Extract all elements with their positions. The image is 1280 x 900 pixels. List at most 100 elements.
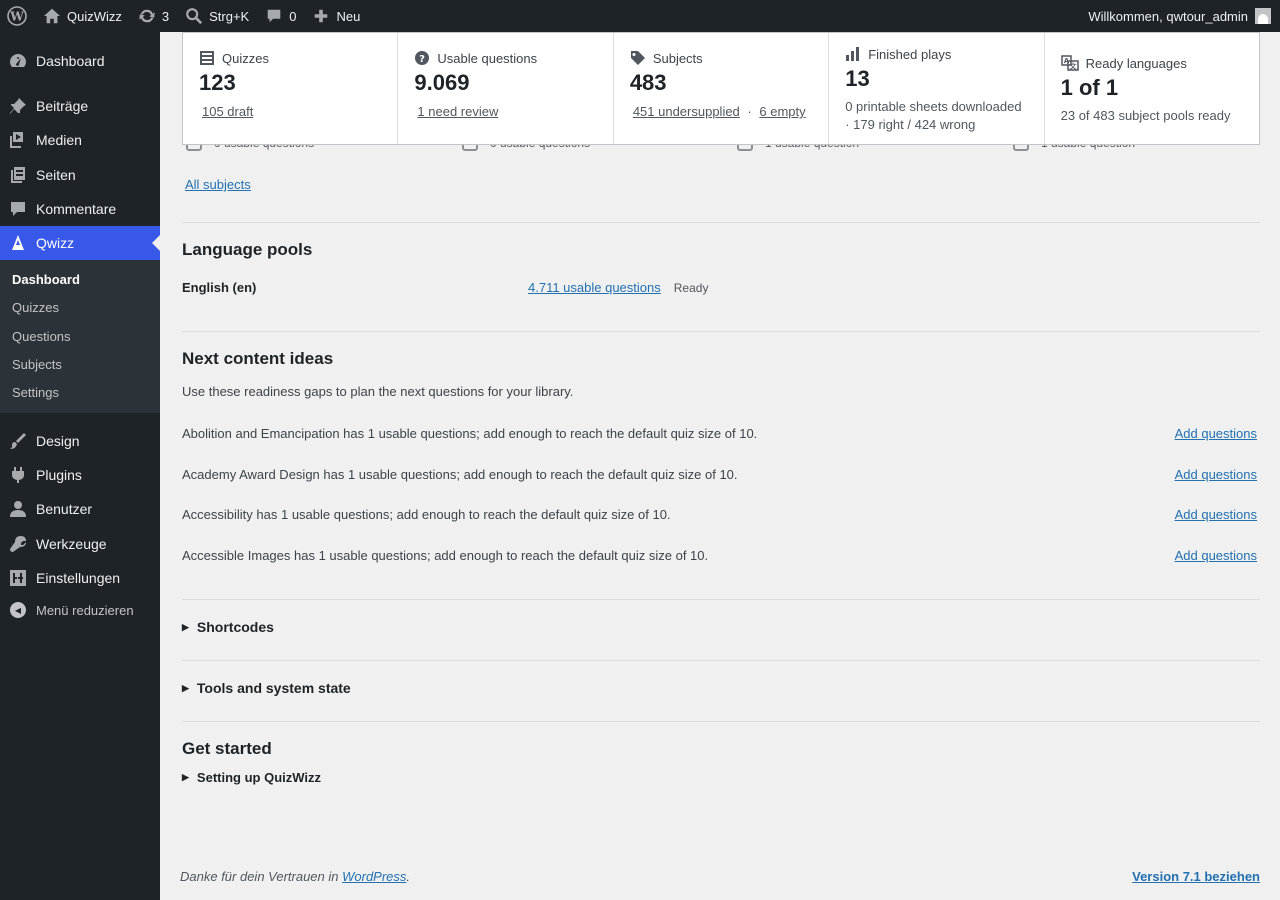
content-idea-row: Academy Award Design has 1 usable questi… [182, 467, 1260, 482]
submenu-item-questions[interactable]: Questions [12, 329, 71, 344]
collapse-menu-button[interactable]: ◀ Menü reduzieren [0, 598, 160, 622]
stat-finished-plays: Finished plays 13 0 printable sheets dow… [829, 33, 1045, 144]
sidebar-item-label: Medien [36, 132, 82, 148]
stats-bar: Quizzes 123 105 draft ? Usable questions … [182, 32, 1260, 145]
sidebar-item-label: Beiträge [36, 98, 89, 114]
tools-toggle[interactable]: ▶ Tools and system state [182, 680, 351, 696]
stat-note: 23 of 483 subject pools ready [1060, 108, 1231, 123]
drafts-link[interactable]: 105 draft [202, 104, 253, 119]
site-name: QuizWizz [67, 8, 122, 24]
sidebar-item-label: Qwizz [36, 235, 75, 251]
content-idea-text: Accessible Images has 1 usable questions… [182, 548, 709, 563]
comments-count: 0 [289, 8, 297, 24]
empty-link[interactable]: 6 empty [759, 104, 805, 119]
sidebar-item-plugins[interactable]: Plugins [0, 458, 160, 492]
sidebar-item-dashboard[interactable]: Dashboard [0, 44, 160, 78]
version-link[interactable]: Version 7.1 beziehen [1132, 869, 1260, 884]
content-idea-text: Abolition and Emancipation has 1 usable … [182, 426, 758, 441]
stat-value: 1 of 1 [1060, 75, 1119, 100]
tag-icon [630, 51, 645, 65]
help-icon: ? [415, 51, 430, 65]
submenu-item-subjects[interactable]: Subjects [12, 357, 62, 372]
sidebar-item-pages[interactable]: Seiten [0, 158, 160, 192]
sidebar-item-posts[interactable]: Beiträge [0, 89, 160, 123]
stat-label: Subjects [652, 50, 703, 66]
site-name-link[interactable]: QuizWizz [35, 0, 130, 32]
disclosure-triangle-icon: ▶ [182, 621, 189, 632]
wordpress-logo-icon[interactable]: W [0, 0, 35, 32]
submenu-item-settings[interactable]: Settings [12, 385, 59, 400]
add-questions-link[interactable]: Add questions [1175, 426, 1257, 441]
get-started-heading: Get started [182, 739, 272, 758]
sidebar-item-qwizz[interactable]: Qwizz [0, 226, 160, 260]
my-account[interactable]: Willkommen, qwtour_admin [1088, 8, 1280, 24]
stat-label: Ready languages [1085, 55, 1187, 71]
wordpress-link[interactable]: WordPress [342, 869, 406, 884]
avatar [1255, 8, 1271, 24]
stat-quizzes: Quizzes 123 105 draft [183, 33, 399, 144]
translation-icon: A文 [1060, 55, 1079, 71]
submenu-item-dashboard[interactable]: Dashboard [12, 272, 80, 287]
stat-value: 123 [199, 70, 236, 95]
language-name: English (en) [182, 280, 257, 295]
sidebar-item-label: Plugins [36, 467, 82, 483]
svg-text:?: ? [420, 54, 426, 65]
content-idea-text: Academy Award Design has 1 usable questi… [182, 467, 738, 482]
submenu-item-quizzes[interactable]: Quizzes [12, 300, 59, 315]
setup-label: Setting up QuizWizz [196, 770, 322, 785]
content-ideas-intro: Use these readiness gaps to plan the nex… [182, 384, 574, 399]
search-shortcut: Strg+K [209, 8, 250, 24]
need-review-link[interactable]: 1 need review [417, 104, 498, 119]
sidebar-item-comments[interactable]: Kommentare [0, 192, 160, 226]
footer-thanks: Danke für dein Vertrauen in WordPress. [180, 869, 411, 884]
new-label: Neu [336, 8, 361, 24]
sidebar-item-label: Kommentare [36, 201, 117, 217]
comments-link[interactable]: 0 [257, 0, 304, 32]
sidebar-item-tools[interactable]: Werkzeuge [0, 527, 160, 561]
all-subjects-link[interactable]: All subjects [185, 177, 251, 192]
separator: · [747, 104, 752, 119]
stat-value: 13 [845, 66, 870, 91]
setup-toggle[interactable]: ▶ Setting up QuizWizz [182, 770, 321, 785]
new-content-link[interactable]: Neu [304, 0, 368, 32]
add-questions-link[interactable]: Add questions [1175, 467, 1257, 482]
sidebar-item-media[interactable]: Medien [0, 123, 160, 157]
search-link[interactable]: Strg+K [177, 0, 257, 32]
updates-link[interactable]: 3 [130, 0, 177, 32]
pin-icon [10, 98, 26, 114]
undersupplied-link[interactable]: 451 undersupplied [633, 104, 740, 119]
stat-value: 9.069 [414, 70, 470, 95]
qwizz-icon [12, 235, 24, 250]
divider [182, 660, 1260, 661]
admin-sidebar: Dashboard Beiträge Medien Seiten Komment… [0, 32, 160, 900]
sidebar-item-settings[interactable]: Einstellungen [0, 561, 160, 595]
collapse-label: Menü reduzieren [36, 602, 134, 618]
content-idea-row: Accessibility has 1 usable questions; ad… [182, 507, 1260, 522]
sidebar-item-label: Dashboard [36, 53, 105, 69]
dashboard-icon [10, 54, 26, 67]
sidebar-item-design[interactable]: Design [0, 424, 160, 458]
stat-value: 483 [629, 70, 667, 95]
greeting: Willkommen, qwtour_admin [1088, 8, 1248, 24]
sidebar-item-label: Werkzeuge [36, 536, 107, 552]
content-ideas-heading: Next content ideas [182, 349, 334, 368]
shortcodes-label: Shortcodes [196, 619, 274, 635]
list-icon [200, 51, 214, 65]
disclosure-triangle-icon: ▶ [182, 682, 189, 693]
add-questions-link[interactable]: Add questions [1175, 507, 1257, 522]
qwizz-submenu: Dashboard Quizzes Questions Subjects Set… [0, 260, 160, 413]
chart-bar-icon [846, 47, 860, 61]
stat-label: Quizzes [222, 50, 269, 66]
language-questions-link[interactable]: 4.711 usable questions [528, 280, 661, 295]
admin-bar: W QuizWizz 3 Strg+K 0 Neu Willkommen, qw… [0, 0, 1280, 32]
divider [182, 599, 1260, 600]
sidebar-item-label: Einstellungen [36, 570, 121, 586]
stat-label: Usable questions [437, 50, 538, 66]
shortcodes-toggle[interactable]: ▶ Shortcodes [182, 619, 274, 635]
add-questions-link[interactable]: Add questions [1175, 548, 1257, 563]
plus-icon [315, 9, 328, 23]
language-status: Ready [673, 280, 709, 295]
sidebar-item-label: Seiten [36, 167, 76, 183]
sidebar-item-users[interactable]: Benutzer [0, 492, 160, 526]
home-icon [43, 8, 61, 24]
